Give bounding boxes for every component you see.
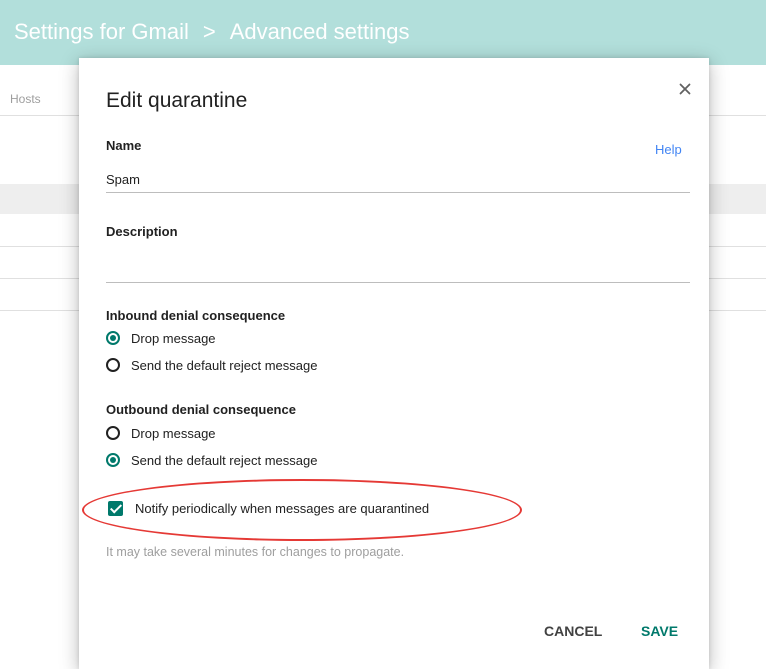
notify-periodically-checkbox[interactable]: Notify periodically when messages are qu… xyxy=(108,498,429,518)
outbound-drop-message-radio[interactable]: Drop message xyxy=(106,423,216,443)
inbound-denial-heading: Inbound denial consequence xyxy=(106,308,286,323)
breadcrumb-separator: > xyxy=(202,19,216,44)
option-label: Send the default reject message xyxy=(131,357,318,373)
save-button[interactable]: SAVE xyxy=(641,623,678,639)
description-field[interactable] xyxy=(106,256,690,283)
radio-unselected-icon[interactable] xyxy=(106,358,120,372)
checkbox-label: Notify periodically when messages are qu… xyxy=(135,500,430,516)
breadcrumb: Settings for Gmail > Advanced settings xyxy=(14,19,409,45)
dialog-title: Edit quarantine xyxy=(106,89,248,112)
description-label: Description xyxy=(106,224,178,239)
breadcrumb-advanced-settings: Advanced settings xyxy=(229,19,410,44)
inbound-drop-message-radio[interactable]: Drop message xyxy=(106,328,216,348)
edit-quarantine-dialog: Edit quarantine Name Help Description In… xyxy=(79,58,709,669)
breadcrumb-settings-for-gmail[interactable]: Settings for Gmail xyxy=(14,19,189,44)
inbound-send-reject-radio[interactable]: Send the default reject message xyxy=(106,355,317,375)
top-bar: Settings for Gmail > Advanced settings xyxy=(0,0,766,65)
close-icon[interactable] xyxy=(676,80,694,98)
outbound-send-reject-radio[interactable]: Send the default reject message xyxy=(106,450,317,470)
option-label: Send the default reject message xyxy=(131,452,318,468)
radio-unselected-icon[interactable] xyxy=(106,426,120,440)
outbound-denial-heading: Outbound denial consequence xyxy=(106,402,296,417)
cancel-button[interactable]: CANCEL xyxy=(544,623,602,639)
radio-selected-icon[interactable] xyxy=(106,331,120,345)
option-label: Drop message xyxy=(131,330,216,346)
name-field[interactable] xyxy=(106,166,690,193)
radio-selected-icon[interactable] xyxy=(106,453,120,467)
hosts-column-header: Hosts xyxy=(10,92,41,106)
help-link[interactable]: Help xyxy=(655,142,682,157)
propagation-note: It may take several minutes for changes … xyxy=(106,545,405,559)
checkbox-checked-icon[interactable] xyxy=(108,500,123,516)
name-label: Name xyxy=(106,138,142,153)
option-label: Drop message xyxy=(131,425,216,441)
